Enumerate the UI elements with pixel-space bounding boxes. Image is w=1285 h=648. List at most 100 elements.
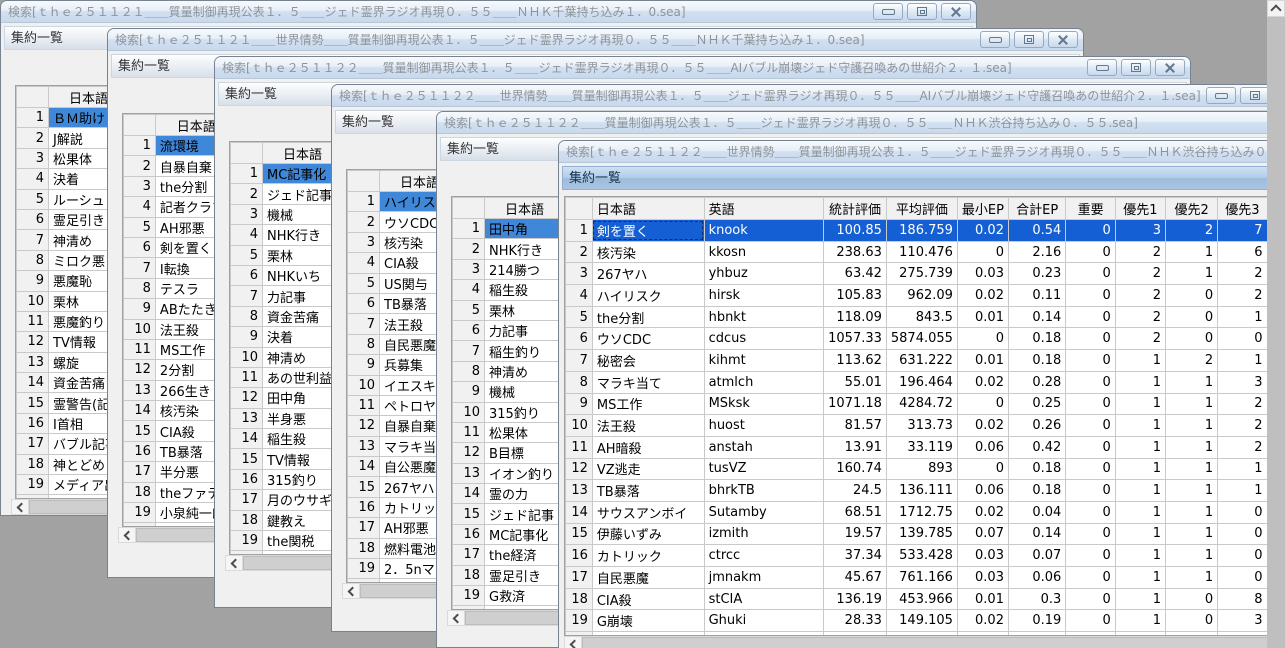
column-header[interactable]: 平均評価 [886, 198, 957, 220]
cell[interactable]: ハイリスク [592, 285, 704, 307]
cell[interactable]: 0.14 [1008, 523, 1065, 545]
cell[interactable]: 761.166 [886, 567, 957, 589]
table-row[interactable]: 1剣を置くknook100.85186.7590.020.540327 [566, 220, 1285, 242]
cell[interactable]: kihmt [704, 350, 824, 372]
cell[interactable]: 0 [1066, 610, 1115, 632]
cell[interactable]: stCIA [704, 588, 824, 610]
titlebar[interactable]: 検索[ｔｈｅ２５１１２２＿＿質量制御再現公表１．５＿＿ジェド霊界ラジオ再現０．５… [215, 57, 1190, 79]
cell[interactable]: 313.73 [886, 415, 957, 437]
cell[interactable]: 81.57 [824, 415, 887, 437]
cell[interactable]: 1 [1115, 393, 1165, 415]
cell[interactable]: 伊藤いずみ [592, 523, 704, 545]
cell[interactable]: 1 [1115, 501, 1165, 523]
cell[interactable]: 0 [1066, 393, 1115, 415]
japanese-cell[interactable]: 田中角 [485, 219, 565, 239]
cell[interactable]: ウソCDC [592, 328, 704, 350]
cell[interactable]: 0 [1218, 567, 1267, 589]
cell[interactable]: 法王殺 [592, 415, 704, 437]
cell[interactable]: 37.34 [824, 545, 887, 567]
cell[interactable]: 4284.72 [886, 393, 957, 415]
cell[interactable]: 0 [1166, 588, 1218, 610]
cell[interactable]: 105.83 [824, 285, 887, 307]
japanese-cell[interactable]: 霊の力 [485, 484, 565, 504]
scroll-left-button[interactable] [119, 528, 136, 542]
cell[interactable]: 1 [1115, 588, 1165, 610]
cell[interactable]: Sutamby [704, 501, 824, 523]
cell[interactable]: 0 [957, 328, 1008, 350]
cell[interactable]: hirsk [704, 285, 824, 307]
cell[interactable]: 45.67 [824, 567, 887, 589]
japanese-cell[interactable]: B目標 [485, 443, 565, 463]
cell[interactable]: 118.09 [824, 306, 887, 328]
cell[interactable]: 139.785 [886, 523, 957, 545]
cell[interactable]: 0 [1166, 328, 1218, 350]
cell[interactable]: 2 [1218, 415, 1267, 437]
cell[interactable]: 5874.055 [886, 328, 957, 350]
cell[interactable]: 0 [1218, 328, 1267, 350]
cell[interactable]: 自民悪魔 [592, 567, 704, 589]
column-header[interactable]: 優先1 [1115, 198, 1165, 220]
cell[interactable]: G崩壊 [592, 610, 704, 632]
japanese-cell[interactable]: イオン釣り [485, 463, 565, 483]
cell[interactable]: 0.3 [1008, 588, 1065, 610]
cell[interactable]: 0 [957, 458, 1008, 480]
titlebar[interactable]: 検索[ｔｈｅ２５１１２２＿＿質量制御再現公表１．５＿＿ジェド霊界ラジオ再現０．５… [437, 112, 1285, 134]
japanese-cell[interactable]: 稲生釣り [485, 341, 565, 361]
cell[interactable]: 2 [1115, 285, 1165, 307]
cell[interactable]: 1 [1166, 415, 1218, 437]
cell[interactable]: 0 [1218, 545, 1267, 567]
cell[interactable]: 1 [1166, 393, 1218, 415]
titlebar[interactable]: 検索[ｔｈｅ２５１１２１＿＿質量制御再現公表１．５＿＿ジェド霊界ラジオ再現０．５… [1, 1, 976, 23]
column-header[interactable]: 重要 [1066, 198, 1115, 220]
cell[interactable]: 0 [957, 393, 1008, 415]
scroll-left-button[interactable] [226, 556, 243, 570]
cell[interactable]: 0 [1066, 241, 1115, 263]
table-row[interactable]: 10法王殺huost81.57313.730.020.260112 [566, 415, 1285, 437]
cell[interactable]: 0.11 [1008, 285, 1065, 307]
cell[interactable]: atmlch [704, 371, 824, 393]
cell[interactable]: 0 [1066, 350, 1115, 372]
cell[interactable]: huost [704, 415, 824, 437]
scroll-left-button[interactable] [565, 637, 582, 648]
cell[interactable]: 1 [1166, 480, 1218, 502]
cell[interactable]: 2 [1218, 393, 1267, 415]
table-row[interactable]: 15伊藤いずみizmith19.57139.7850.070.140110 [566, 523, 1285, 545]
close-button[interactable] [1155, 59, 1185, 76]
vertical-scrollbar[interactable] [1267, 0, 1285, 648]
cell[interactable]: 453.966 [886, 588, 957, 610]
cell[interactable]: 0 [1066, 415, 1115, 437]
cell[interactable]: tusVZ [704, 458, 824, 480]
cell[interactable]: 0 [1066, 285, 1115, 307]
japanese-cell[interactable]: 霊足引き [485, 565, 565, 585]
column-header[interactable]: 最小EP [957, 198, 1008, 220]
cell[interactable]: 1 [1166, 567, 1218, 589]
cell[interactable]: 24.5 [824, 480, 887, 502]
cell[interactable]: 100.85 [824, 220, 887, 242]
cell[interactable]: 8 [1218, 588, 1267, 610]
table-row[interactable]: 4ハイリスクhirsk105.83962.090.020.110202 [566, 285, 1285, 307]
cell[interactable]: 1 [1166, 501, 1218, 523]
cell[interactable]: マラキ当て [592, 371, 704, 393]
cell[interactable]: 0.02 [957, 371, 1008, 393]
cell[interactable]: 0 [957, 241, 1008, 263]
cell[interactable]: 0.23 [1008, 263, 1065, 285]
cell[interactable]: 275.739 [886, 263, 957, 285]
japanese-cell[interactable]: 315釣り [485, 402, 565, 422]
cell[interactable]: VZ逃走 [592, 458, 704, 480]
cell[interactable]: 2 [1166, 220, 1218, 242]
cell[interactable]: 1 [1166, 263, 1218, 285]
cell[interactable]: 0 [1066, 371, 1115, 393]
cell[interactable]: 110.476 [886, 241, 957, 263]
cell[interactable]: 0 [1066, 501, 1115, 523]
cell[interactable]: 1057.33 [824, 328, 887, 350]
table-row[interactable]: 9MS工作MSksk1071.184284.7200.250112 [566, 393, 1285, 415]
cell[interactable]: 0.19 [1008, 610, 1065, 632]
japanese-cell[interactable]: NHK行き [485, 239, 565, 259]
close-button[interactable] [941, 3, 971, 20]
cell[interactable]: 0 [1218, 523, 1267, 545]
cell[interactable]: 0.06 [957, 480, 1008, 502]
table-row[interactable]: 14サウスアンボイSutamby68.511712.750.020.040110 [566, 501, 1285, 523]
cell[interactable]: 1 [1115, 350, 1165, 372]
cell[interactable]: MSksk [704, 393, 824, 415]
cell[interactable]: 0 [1066, 458, 1115, 480]
